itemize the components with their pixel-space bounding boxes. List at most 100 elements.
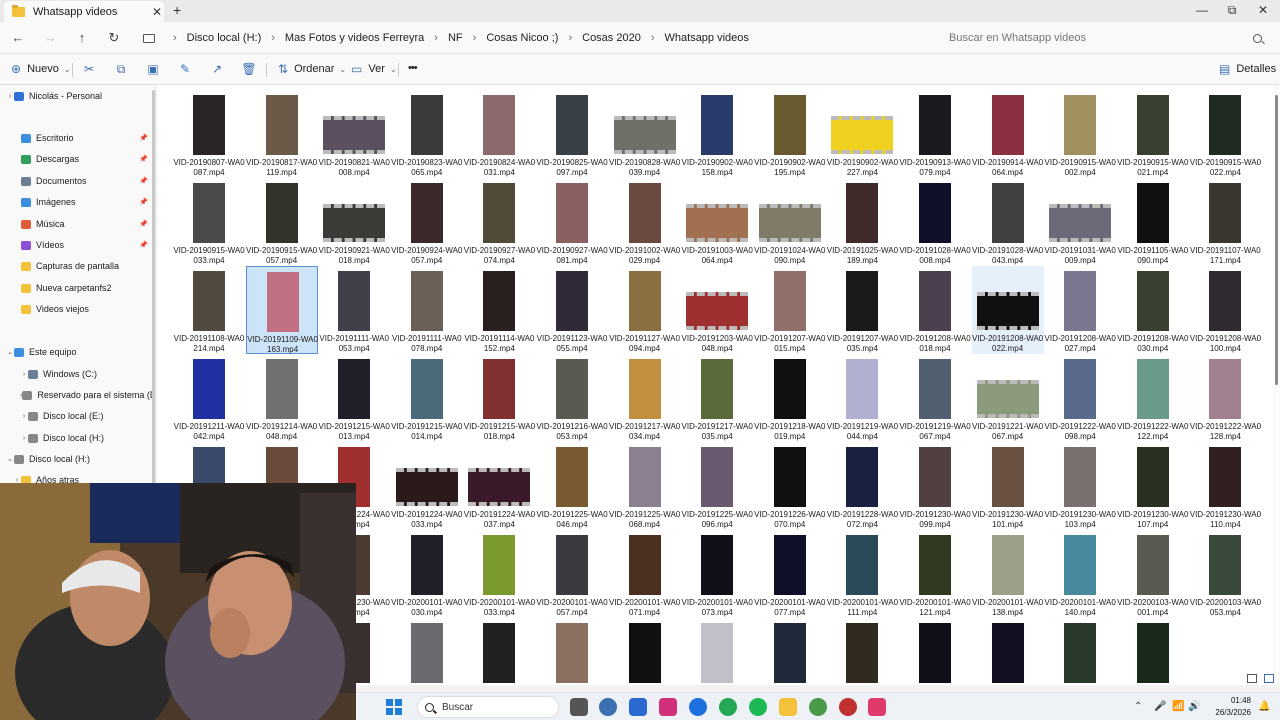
file-item[interactable]: VID-20190915-WA0021.mp4 [1117, 90, 1189, 178]
new-button[interactable]: ⊕ Nuevo ⌄ [11, 62, 71, 76]
file-item[interactable] [536, 618, 608, 685]
wifi-icon[interactable]: 📶 [1172, 701, 1184, 712]
sidebar-item[interactable]: ⌄ Disco local (H:) [0, 450, 152, 468]
file-item[interactable]: VID-20191230-WA0099.mp4 [899, 442, 971, 530]
file-item[interactable]: VID-20191219-WA0044.mp4 [826, 354, 898, 442]
file-item[interactable]: VID-20190817-WA0119.mp4 [246, 90, 318, 178]
file-item[interactable]: VID-20190927-WA0081.mp4 [536, 178, 608, 266]
sidebar-item[interactable]: Música 📌 [0, 215, 152, 233]
file-item[interactable]: VID-20191114-WA0152.mp4 [463, 266, 535, 354]
file-item[interactable]: VID-20191111-WA0053.mp4 [318, 266, 390, 354]
new-tab-button[interactable]: + [173, 2, 181, 18]
tab-close-icon[interactable]: ✕ [150, 5, 164, 19]
file-item[interactable]: VID-20200103-WA0001.mp4 [1117, 530, 1189, 618]
file-item[interactable]: VID-20190902-WA0158.mp4 [681, 90, 753, 178]
file-item[interactable]: VID-20191225-WA0096.mp4 [681, 442, 753, 530]
file-item[interactable]: VID-20191218-WA0019.mp4 [754, 354, 826, 442]
file-item[interactable]: VID-20191025-WA0189.mp4 [826, 178, 898, 266]
chevron-icon[interactable]: ⌄ [6, 348, 14, 356]
tab-whatsapp-videos[interactable]: Whatsapp videos ✕ [4, 1, 164, 22]
file-item[interactable]: VID-20191109-WA0163.mp4 [245, 266, 318, 354]
details-view-icon[interactable] [1247, 674, 1257, 683]
app-icon[interactable] [839, 698, 857, 716]
file-explorer-icon[interactable] [779, 698, 797, 716]
sidebar-item[interactable]: ⌄ Este equipo [0, 343, 152, 361]
file-item[interactable]: VID-20191215-WA0018.mp4 [463, 354, 535, 442]
file-item[interactable]: VID-20200103-WA0053.mp4 [1189, 530, 1261, 618]
spotify-icon[interactable] [749, 698, 767, 716]
forward-button[interactable]: → [41, 30, 59, 45]
file-item[interactable]: VID-20191208-WA0022.mp4 [971, 266, 1044, 354]
copy-icon[interactable]: ⧉ [113, 62, 129, 78]
file-item[interactable]: VID-20190913-WA0079.mp4 [899, 90, 971, 178]
instagram-icon[interactable] [659, 698, 677, 716]
file-item[interactable]: VID-20200101-WA0030.mp4 [391, 530, 463, 618]
back-button[interactable]: ← [9, 30, 27, 45]
sidebar-item[interactable]: › Reservado para el sistema (D:) [0, 386, 155, 404]
cut-icon[interactable]: ✂ [81, 62, 97, 78]
sidebar-item[interactable]: › Windows (C:) [0, 365, 152, 383]
settings-icon[interactable] [599, 698, 617, 716]
file-item[interactable]: VID-20190915-WA0057.mp4 [246, 178, 318, 266]
sidebar-item[interactable]: › Disco local (E:) [0, 407, 152, 425]
share-icon[interactable]: ↗ [209, 62, 225, 78]
maximize-button[interactable]: ⧉ [1217, 3, 1247, 18]
file-item[interactable]: VID-20191024-WA0090.mp4 [754, 178, 826, 266]
paste-icon[interactable]: ▣ [145, 62, 161, 78]
file-item[interactable]: VID-20191228-WA0072.mp4 [826, 442, 898, 530]
file-item[interactable]: VID-20200101-WA0140.mp4 [1044, 530, 1116, 618]
vertical-scrollbar[interactable] [1273, 85, 1280, 685]
file-item[interactable]: VID-20191222-WA0098.mp4 [1044, 354, 1116, 442]
file-item[interactable]: VID-20191207-WA0035.mp4 [826, 266, 898, 354]
file-item[interactable]: VID-20190824-WA0031.mp4 [463, 90, 535, 178]
refresh-button[interactable]: ↻ [105, 30, 123, 46]
file-item[interactable]: VID-20191221-WA0067.mp4 [972, 354, 1044, 442]
file-item[interactable]: VID-20190823-WA0065.mp4 [391, 90, 463, 178]
sidebar-item[interactable]: Videos viejos [0, 300, 152, 318]
file-item[interactable]: VID-20191230-WA0110.mp4 [1189, 442, 1261, 530]
file-item[interactable]: VID-20191208-WA0018.mp4 [899, 266, 971, 354]
file-item[interactable]: VID-20190902-WA0195.mp4 [754, 90, 826, 178]
sidebar-item[interactable]: › Nicolás - Personal [0, 87, 152, 105]
file-item[interactable]: VID-20191215-WA0013.mp4 [318, 354, 390, 442]
file-item[interactable] [1044, 618, 1116, 685]
file-item[interactable]: VID-20190924-WA0057.mp4 [391, 178, 463, 266]
sidebar-item[interactable]: Escritorio 📌 [0, 129, 152, 147]
breadcrumb-item[interactable]: Mas Fotos y videos Ferreyra [285, 32, 424, 44]
file-item[interactable]: VID-20191214-WA0048.mp4 [246, 354, 318, 442]
volume-icon[interactable]: 🔊 [1188, 701, 1200, 712]
microphone-icon[interactable]: 🎤 [1154, 701, 1166, 712]
file-item[interactable] [826, 618, 898, 685]
facebook-icon[interactable] [689, 698, 707, 716]
file-item[interactable]: VID-20200101-WA0033.mp4 [463, 530, 535, 618]
file-item[interactable]: VID-20190915-WA0033.mp4 [173, 178, 245, 266]
chevron-icon[interactable]: › [6, 93, 14, 100]
tiktok-icon[interactable] [868, 698, 886, 716]
sidebar-item[interactable]: Nueva carpetanfs2 [0, 279, 152, 297]
taskbar-search[interactable]: Buscar [417, 696, 559, 718]
file-item[interactable]: VID-20191224-WA0037.mp4 [463, 442, 535, 530]
file-item[interactable]: VID-20190821-WA0008.mp4 [318, 90, 390, 178]
file-item[interactable]: VID-20200101-WA0073.mp4 [681, 530, 753, 618]
file-item[interactable]: VID-20200101-WA0057.mp4 [536, 530, 608, 618]
delete-icon[interactable]: 🗑 [241, 62, 257, 78]
close-button[interactable]: ✕ [1248, 3, 1278, 17]
file-item[interactable]: VID-20191127-WA0094.mp4 [609, 266, 681, 354]
clock[interactable]: 01:48 26/3/2026 [1205, 695, 1251, 719]
file-item[interactable]: VID-20191003-WA0064.mp4 [681, 178, 753, 266]
file-item[interactable]: VID-20191002-WA0029.mp4 [609, 178, 681, 266]
file-item[interactable] [1117, 618, 1189, 685]
task-view-icon[interactable] [570, 698, 588, 716]
chevron-icon[interactable]: ⌄ [6, 455, 14, 463]
file-item[interactable]: VID-20191123-WA0055.mp4 [536, 266, 608, 354]
file-item[interactable]: VID-20191031-WA0009.mp4 [1044, 178, 1116, 266]
breadcrumb-item[interactable]: Cosas 2020 [582, 32, 641, 44]
file-item[interactable]: VID-20191217-WA0035.mp4 [681, 354, 753, 442]
whatsapp-icon[interactable] [719, 698, 737, 716]
file-item[interactable]: VID-20190807-WA0087.mp4 [173, 90, 245, 178]
file-item[interactable]: VID-20190915-WA0022.mp4 [1189, 90, 1261, 178]
file-item[interactable]: VID-20190902-WA0227.mp4 [826, 90, 898, 178]
file-item[interactable]: VID-20191207-WA0015.mp4 [754, 266, 826, 354]
chevron-icon[interactable]: › [20, 413, 28, 420]
file-item[interactable] [391, 618, 463, 685]
